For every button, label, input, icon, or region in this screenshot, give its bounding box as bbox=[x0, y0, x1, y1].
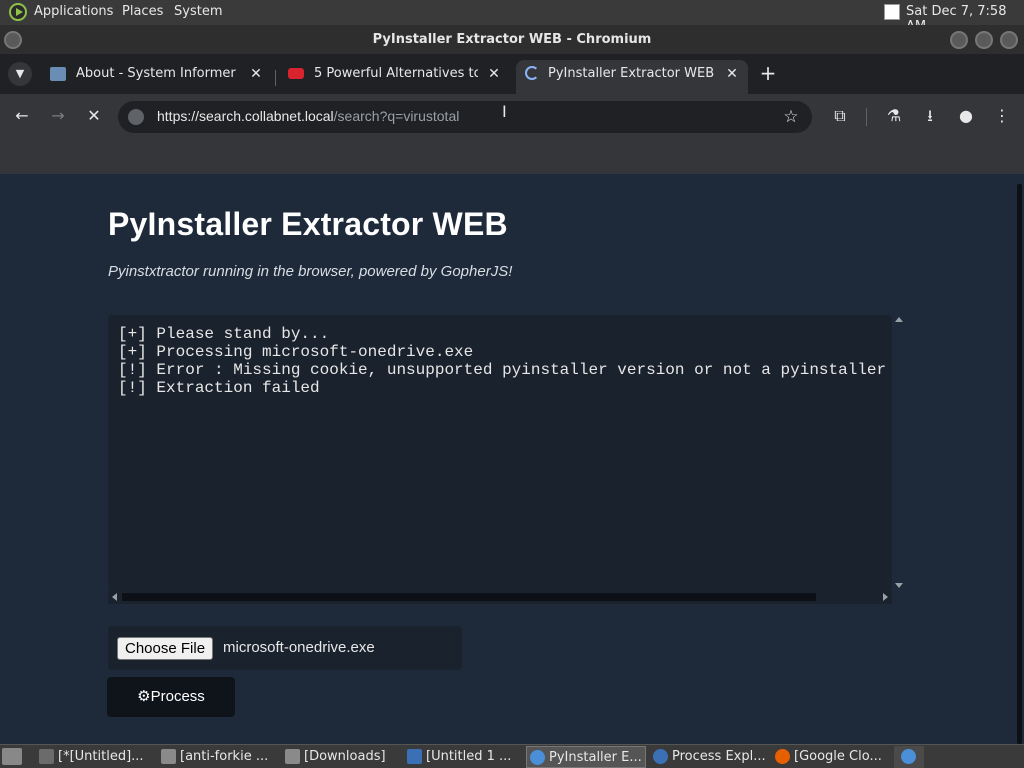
page-scrollbar[interactable] bbox=[1016, 174, 1024, 744]
tab-label: About - System Informer bbox=[76, 66, 236, 81]
profile-avatar-icon[interactable]: ● bbox=[952, 102, 980, 130]
output-line: [+] Please stand by... bbox=[118, 325, 330, 343]
firefox-icon bbox=[775, 749, 790, 764]
taskbar: [*[Untitled]... [anti-forkie ... [Downlo… bbox=[0, 744, 1024, 768]
tab-system-informer[interactable]: About - System Informer ✕ bbox=[38, 60, 274, 94]
scroll-down-icon[interactable] bbox=[895, 583, 903, 588]
taskbar-item-label: [*[Untitled]... bbox=[58, 749, 144, 764]
chromium-icon bbox=[530, 750, 545, 765]
taskbar-item-active[interactable]: PyInstaller E... bbox=[526, 746, 646, 768]
scrollbar-thumb[interactable] bbox=[1017, 184, 1022, 744]
tab-label: PyInstaller Extractor WEB bbox=[548, 66, 715, 81]
taskbar-item[interactable]: [anti-forkie ... bbox=[158, 746, 276, 768]
choose-file-button[interactable]: Choose File bbox=[117, 637, 214, 660]
page-subtitle: Pyinstxtractor running in the browser, p… bbox=[108, 263, 513, 280]
tab-label: 5 Powerful Alternatives to th bbox=[314, 66, 478, 81]
output-vertical-scrollbar[interactable] bbox=[893, 315, 905, 590]
system-top-panel: Applications Places System Sat Dec 7, 7:… bbox=[0, 0, 1024, 34]
taskbar-item-label: PyInstaller E... bbox=[549, 750, 642, 765]
taskbar-item[interactable]: [*[Untitled]... bbox=[36, 746, 154, 768]
show-desktop-icon[interactable] bbox=[2, 748, 22, 765]
process-explorer-icon bbox=[653, 749, 668, 764]
folder-icon bbox=[161, 749, 176, 764]
scroll-left-icon[interactable] bbox=[112, 593, 117, 601]
close-window-icon[interactable] bbox=[1000, 31, 1018, 49]
toolbar-separator bbox=[866, 108, 867, 126]
taskbar-item[interactable]: [Google Clo... bbox=[772, 746, 890, 768]
text-cursor-icon: Ι bbox=[502, 102, 507, 121]
tab-pyinstaller-extractor[interactable]: PyInstaller Extractor WEB ✕ bbox=[516, 60, 748, 94]
loading-spinner-icon bbox=[525, 66, 539, 80]
system-informer-favicon-icon bbox=[50, 67, 66, 81]
output-console[interactable]: [+] Please stand by... [+] Processing mi… bbox=[108, 315, 892, 590]
site-info-icon[interactable] bbox=[128, 109, 144, 125]
taskbar-chromium-launcher[interactable] bbox=[894, 746, 924, 768]
menu-system[interactable]: System bbox=[174, 4, 222, 19]
window-titlebar: PyInstaller Extractor WEB - Chromium bbox=[0, 25, 1024, 54]
taskbar-item-label: [anti-forkie ... bbox=[180, 749, 269, 764]
tab-search-chevron-down-icon[interactable]: ▼ bbox=[8, 62, 32, 86]
url-text[interactable]: https://search.collabnet.local/search?q=… bbox=[157, 108, 459, 124]
output-line: [+] Processing microsoft-onedrive.exe bbox=[118, 343, 474, 361]
tab-alternatives[interactable]: 5 Powerful Alternatives to th ✕ bbox=[276, 60, 512, 94]
text-editor-icon bbox=[39, 749, 54, 764]
tab-strip: About - System Informer ✕ 5 Powerful Alt… bbox=[0, 54, 1024, 94]
output-line: [!] Error : Missing cookie, unsupported … bbox=[118, 361, 887, 379]
scrollbar-thumb[interactable] bbox=[122, 593, 816, 601]
download-icon[interactable]: ⭳ bbox=[916, 102, 944, 130]
close-tab-icon[interactable]: ✕ bbox=[724, 60, 740, 88]
window-title: PyInstaller Extractor WEB - Chromium bbox=[372, 32, 652, 47]
page-title: PyInstaller Extractor WEB bbox=[108, 206, 508, 242]
taskbar-item-label: [Downloads] bbox=[304, 749, 386, 764]
news-favicon-icon bbox=[288, 68, 304, 79]
bookmarks-bar bbox=[0, 140, 1024, 174]
scroll-right-icon[interactable] bbox=[883, 593, 888, 601]
taskbar-item[interactable]: Process Expl... bbox=[650, 746, 768, 768]
selected-file-name: microsoft-onedrive.exe bbox=[223, 639, 375, 656]
taskbar-item[interactable]: [Downloads] bbox=[282, 746, 400, 768]
stop-loading-icon[interactable]: ✕ bbox=[80, 102, 108, 130]
taskbar-item-label: Process Expl... bbox=[672, 749, 766, 764]
process-button[interactable]: ⚙Process bbox=[107, 677, 235, 717]
page-content: PyInstaller Extractor WEB Pyinstxtractor… bbox=[0, 174, 1016, 744]
more-menu-icon[interactable]: ⋮ bbox=[988, 102, 1016, 130]
forward-arrow-icon[interactable]: → bbox=[44, 102, 72, 130]
close-tab-icon[interactable]: ✕ bbox=[248, 60, 264, 88]
applications-logo-icon[interactable] bbox=[9, 3, 27, 21]
menu-places[interactable]: Places bbox=[122, 4, 163, 19]
output-line: [!] Extraction failed bbox=[118, 379, 320, 397]
output-horizontal-scrollbar[interactable] bbox=[108, 590, 892, 604]
address-bar[interactable]: https://search.collabnet.local/search?q=… bbox=[118, 101, 812, 133]
maximize-icon[interactable] bbox=[975, 31, 993, 49]
extensions-puzzle-icon[interactable]: ⧉ bbox=[826, 102, 854, 130]
labs-flask-icon[interactable]: ⚗ bbox=[880, 102, 908, 130]
bookmark-star-icon[interactable]: ☆ bbox=[778, 104, 804, 130]
taskbar-item[interactable]: [Untitled 1 ... bbox=[404, 746, 522, 768]
new-tab-button[interactable]: + bbox=[756, 62, 780, 86]
browser-toolbar: ← → ✕ https://search.collabnet.local/sea… bbox=[0, 94, 1024, 140]
notification-icon[interactable] bbox=[884, 4, 900, 20]
taskbar-item-label: [Google Clo... bbox=[794, 749, 882, 764]
back-arrow-icon[interactable]: ← bbox=[8, 102, 36, 130]
document-icon bbox=[407, 749, 422, 764]
taskbar-item-label: [Untitled 1 ... bbox=[426, 749, 512, 764]
output-text: [+] Please stand by... [+] Processing mi… bbox=[118, 325, 886, 397]
file-input: Choose File microsoft-onedrive.exe bbox=[108, 626, 462, 670]
scroll-up-icon[interactable] bbox=[895, 317, 903, 322]
folder-icon bbox=[285, 749, 300, 764]
chromium-icon bbox=[901, 749, 916, 764]
close-tab-icon[interactable]: ✕ bbox=[486, 60, 502, 88]
menu-applications[interactable]: Applications bbox=[34, 4, 113, 19]
minimize-icon[interactable] bbox=[950, 31, 968, 49]
window-menu-icon[interactable] bbox=[4, 31, 22, 49]
